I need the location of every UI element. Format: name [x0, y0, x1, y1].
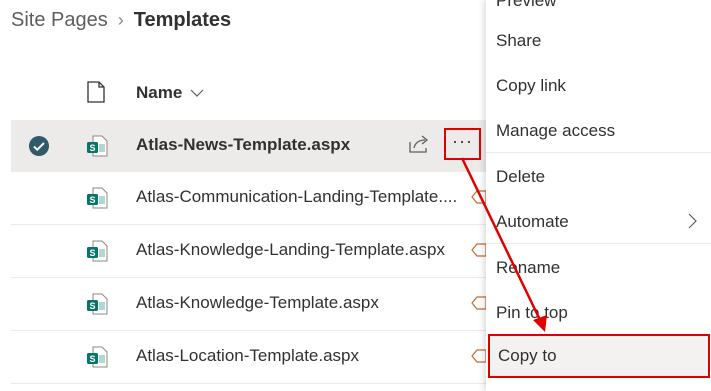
- column-header-name-label: Name: [136, 83, 183, 102]
- table-row[interactable]: S Atlas-Knowledge-Template.aspx: [11, 278, 487, 331]
- checkmark-icon[interactable]: [28, 135, 50, 162]
- chevron-right-icon: [688, 213, 697, 229]
- more-icon: ···: [452, 131, 473, 151]
- table-row[interactable]: S Atlas-News-Template.aspx ···: [11, 120, 486, 172]
- table-row[interactable]: S Atlas-Knowledge-Landing-Template.aspx: [11, 225, 487, 278]
- share-icon[interactable]: [408, 134, 430, 159]
- menu-item-rename[interactable]: Rename: [486, 245, 711, 290]
- context-menu: Preview Share Copy link Manage access De…: [486, 0, 711, 391]
- svg-text:S: S: [89, 301, 95, 311]
- menu-item-copy-link[interactable]: Copy link: [486, 63, 711, 108]
- svg-text:S: S: [89, 354, 95, 364]
- menu-item-copy-to[interactable]: Copy to: [488, 334, 710, 378]
- menu-item-label: Preview: [496, 0, 557, 10]
- file-name[interactable]: Atlas-News-Template.aspx: [136, 135, 350, 155]
- menu-item-share[interactable]: Share: [486, 18, 711, 63]
- breadcrumb: Site Pages › Templates: [11, 9, 231, 32]
- column-header-name[interactable]: Name: [136, 83, 204, 103]
- menu-item-label: Share: [496, 30, 542, 50]
- sharepoint-page-icon: S: [86, 345, 108, 374]
- menu-item-label: Manage access: [496, 120, 616, 140]
- tag-icon: [471, 296, 487, 315]
- file-name[interactable]: Atlas-Knowledge-Template.aspx: [136, 293, 379, 313]
- menu-item-label: Pin to top: [496, 302, 568, 322]
- file-name[interactable]: Atlas-Knowledge-Landing-Template.aspx: [136, 240, 445, 260]
- chevron-down-icon: [190, 89, 204, 97]
- svg-text:S: S: [89, 248, 95, 258]
- menu-item-manage-access[interactable]: Manage access: [486, 108, 711, 153]
- menu-item-delete[interactable]: Delete: [486, 154, 711, 199]
- svg-text:S: S: [89, 195, 95, 205]
- file-name[interactable]: Atlas-Communication-Landing-Template....: [136, 187, 457, 207]
- menu-item-label: Delete: [496, 166, 546, 186]
- sharepoint-page-icon: S: [86, 239, 108, 268]
- svg-text:S: S: [89, 143, 95, 153]
- menu-item-label: Rename: [496, 257, 561, 277]
- breadcrumb-separator-icon: ›: [117, 10, 124, 30]
- menu-item-label: Copy to: [498, 346, 557, 365]
- menu-divider: [486, 243, 711, 244]
- tag-icon: [471, 190, 487, 209]
- menu-divider: [486, 152, 711, 153]
- file-name[interactable]: Atlas-Location-Template.aspx: [136, 346, 359, 366]
- document-icon: [87, 81, 105, 108]
- menu-item-label: Automate: [496, 211, 569, 231]
- table-row[interactable]: S Atlas-Communication-Landing-Template..…: [11, 172, 487, 225]
- more-actions-button[interactable]: ···: [444, 128, 481, 160]
- menu-item-label: Copy link: [496, 75, 566, 95]
- sharepoint-page-icon: S: [86, 134, 108, 163]
- page-title: Templates: [133, 9, 232, 31]
- list-header: Name: [11, 67, 486, 117]
- menu-item-automate[interactable]: Automate: [486, 199, 711, 244]
- table-row[interactable]: S Atlas-Location-Template.aspx: [11, 331, 487, 384]
- tag-icon: [471, 349, 487, 368]
- tag-icon: [471, 243, 487, 262]
- sharepoint-page-icon: S: [86, 186, 108, 215]
- breadcrumb-site-pages[interactable]: Site Pages: [11, 9, 108, 32]
- sharepoint-page-icon: S: [86, 292, 108, 321]
- menu-item-pin-to-top[interactable]: Pin to top: [486, 290, 711, 335]
